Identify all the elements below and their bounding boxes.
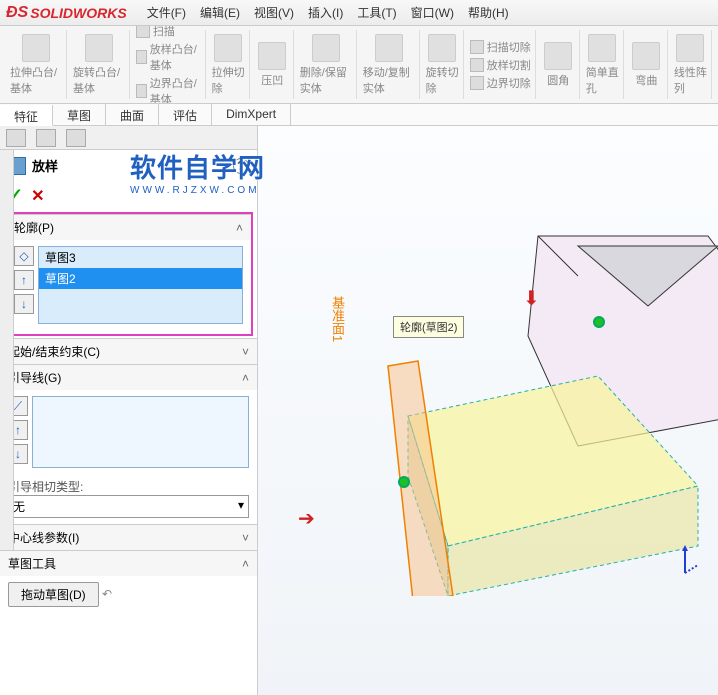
ribbon-bend[interactable]: 弯曲 [626,30,668,99]
menu-tools[interactable]: 工具(T) [357,4,396,21]
section-profiles[interactable]: 轮廓(P) ˄ [6,215,251,240]
ribbon-extrude-cut[interactable]: 拉伸切除 [208,30,250,99]
menu-window[interactable]: 窗口(W) [411,4,454,21]
main-menu: 文件(F) 编辑(E) 视图(V) 插入(I) 工具(T) 窗口(W) 帮助(H… [147,4,509,21]
tangent-dropdown[interactable]: 无 ▾ [8,495,249,518]
profile-list[interactable]: 草图3 草图2 [38,246,243,324]
command-tabs: 特征 草图 曲面 评估 DimXpert [0,104,718,126]
property-mgr-icon[interactable] [36,129,56,147]
extrudecut-icon [214,34,242,62]
app-logo: ÐS SOLIDWORKS [6,4,127,22]
chevron-down-icon: ˅ [242,345,249,359]
ribbon-boundary[interactable]: 边界凸台/基体 [136,75,201,105]
cancel-button[interactable]: ✕ [31,186,44,206]
revolvecut-icon [428,34,456,62]
menu-view[interactable]: 视图(V) [254,4,294,21]
hole-icon [588,34,616,62]
profile-item-2[interactable]: 草图2 [39,268,242,289]
ribbon-sweepcut[interactable]: 扫描切除 [470,39,531,55]
extrude-icon [22,34,50,62]
ribbon-loftcut[interactable]: 放样切割 [470,57,531,73]
chevron-up-icon: ˄ [242,557,249,571]
arrow-down-icon: ⬇ [523,286,540,311]
panel-tabs [0,126,257,150]
ribbon-delete-body[interactable]: 删除/保留实体 [296,30,357,99]
feature-tree-icon[interactable] [6,129,26,147]
titlebar: ÐS SOLIDWORKS 文件(F) 编辑(E) 视图(V) 插入(I) 工具… [0,0,718,26]
ribbon-loft[interactable]: 放样凸台/基体 [136,41,201,73]
chevron-down-icon: ▾ [238,498,244,515]
ribbon-sweep[interactable]: 扫描 [136,26,175,39]
profile-callout: 轮廓(草图2) [393,316,464,338]
ribbon-boundarycut[interactable]: 边界切除 [470,75,531,91]
indent-icon [258,42,286,70]
revolve-icon [85,34,113,62]
fillet-icon [544,42,572,70]
chevron-up-icon: ˄ [242,371,249,385]
sweep-icon [136,26,150,38]
model-preview [318,216,718,596]
profiles-highlight: 轮廓(P) ˄ ◇ ↑ ↓ 草图3 草图2 [4,212,253,336]
menu-insert[interactable]: 插入(I) [308,4,343,21]
loftcut-icon [470,58,484,72]
tab-features[interactable]: 特征 [0,105,53,126]
menu-edit[interactable]: 编辑(E) [200,4,240,21]
property-manager: 放样 ? ✓ ✕ 轮廓(P) ˄ ◇ ↑ ↓ [0,126,258,695]
ribbon-indent[interactable]: 压凹 [252,30,294,99]
loft-connector-1[interactable] [398,476,410,488]
chevron-down-icon: ˅ [242,531,249,545]
menu-help[interactable]: 帮助(H) [468,4,509,21]
loft-icon [136,50,147,64]
section-sketch-tools[interactable]: 草图工具 ˄ [0,551,257,576]
ribbon-move-copy[interactable]: 移动/复制实体 [359,30,420,99]
ribbon-fillet[interactable]: 圆角 [538,30,580,99]
menu-file[interactable]: 文件(F) [147,4,186,21]
guide-list[interactable] [32,396,249,468]
undo-icon[interactable]: ↶ [102,587,120,605]
pattern-icon [676,34,704,62]
section-guides[interactable]: 引导线(G) ˄ [0,365,257,390]
panel-toolstrip [0,150,14,550]
tab-dimxpert[interactable]: DimXpert [212,104,291,125]
ribbon: 拉伸凸台/基体 旋转凸台/基体 扫描 放样凸台/基体 边界凸台/基体 拉伸切除 … [0,26,718,104]
view-triad[interactable] [670,545,700,575]
ribbon-revolve-cut[interactable]: 旋转切除 [422,30,464,99]
ribbon-extrude-boss[interactable]: 拉伸凸台/基体 [6,30,67,99]
tab-surfaces[interactable]: 曲面 [106,104,159,125]
tangent-label: 引导相切类型: [8,478,249,495]
move-down-button[interactable]: ↓ [14,294,34,314]
sweepcut-icon [470,40,484,54]
drag-sketch-button[interactable]: 拖动草图(D) [8,582,99,607]
ds-icon: ÐS [6,4,28,22]
delete-icon [312,34,340,62]
arrow-right-icon: ➔ [298,506,315,531]
ribbon-hole[interactable]: 简单直孔 [582,30,624,99]
section-constraints[interactable]: 起始/结束约束(C) ˅ [0,339,257,364]
tab-evaluate[interactable]: 评估 [159,104,212,125]
profile-diamond-icon[interactable]: ◇ [14,246,34,266]
move-icon [375,34,403,62]
ribbon-cut-sub: 扫描切除 放样切割 边界切除 [466,30,536,99]
profile-item-1[interactable]: 草图3 [39,247,242,268]
bend-icon [632,42,660,70]
config-mgr-icon[interactable] [66,129,86,147]
viewport[interactable]: 基准面1 轮廓(草图2) ➔ ⬇ [258,126,718,695]
ribbon-revolve-boss[interactable]: 旋转凸台/基体 [69,30,130,99]
watermark: 软件自学网 WWW.RJZXW.COM [130,148,265,196]
chevron-up-icon: ˄ [236,221,243,235]
ribbon-boss-sub: 扫描 放样凸台/基体 边界凸台/基体 [132,30,206,99]
ribbon-pattern[interactable]: 线性阵列 [670,30,712,99]
move-up-button[interactable]: ↑ [14,270,34,290]
loft-connector-2[interactable] [593,316,605,328]
app-name: SOLIDWORKS [30,5,126,21]
boundary-icon [136,84,147,98]
boundarycut-icon [470,76,484,90]
tab-sketch[interactable]: 草图 [53,104,106,125]
plane-label: 基准面1 [328,296,347,342]
section-centerline[interactable]: 中心线参数(I) ˅ [0,525,257,550]
